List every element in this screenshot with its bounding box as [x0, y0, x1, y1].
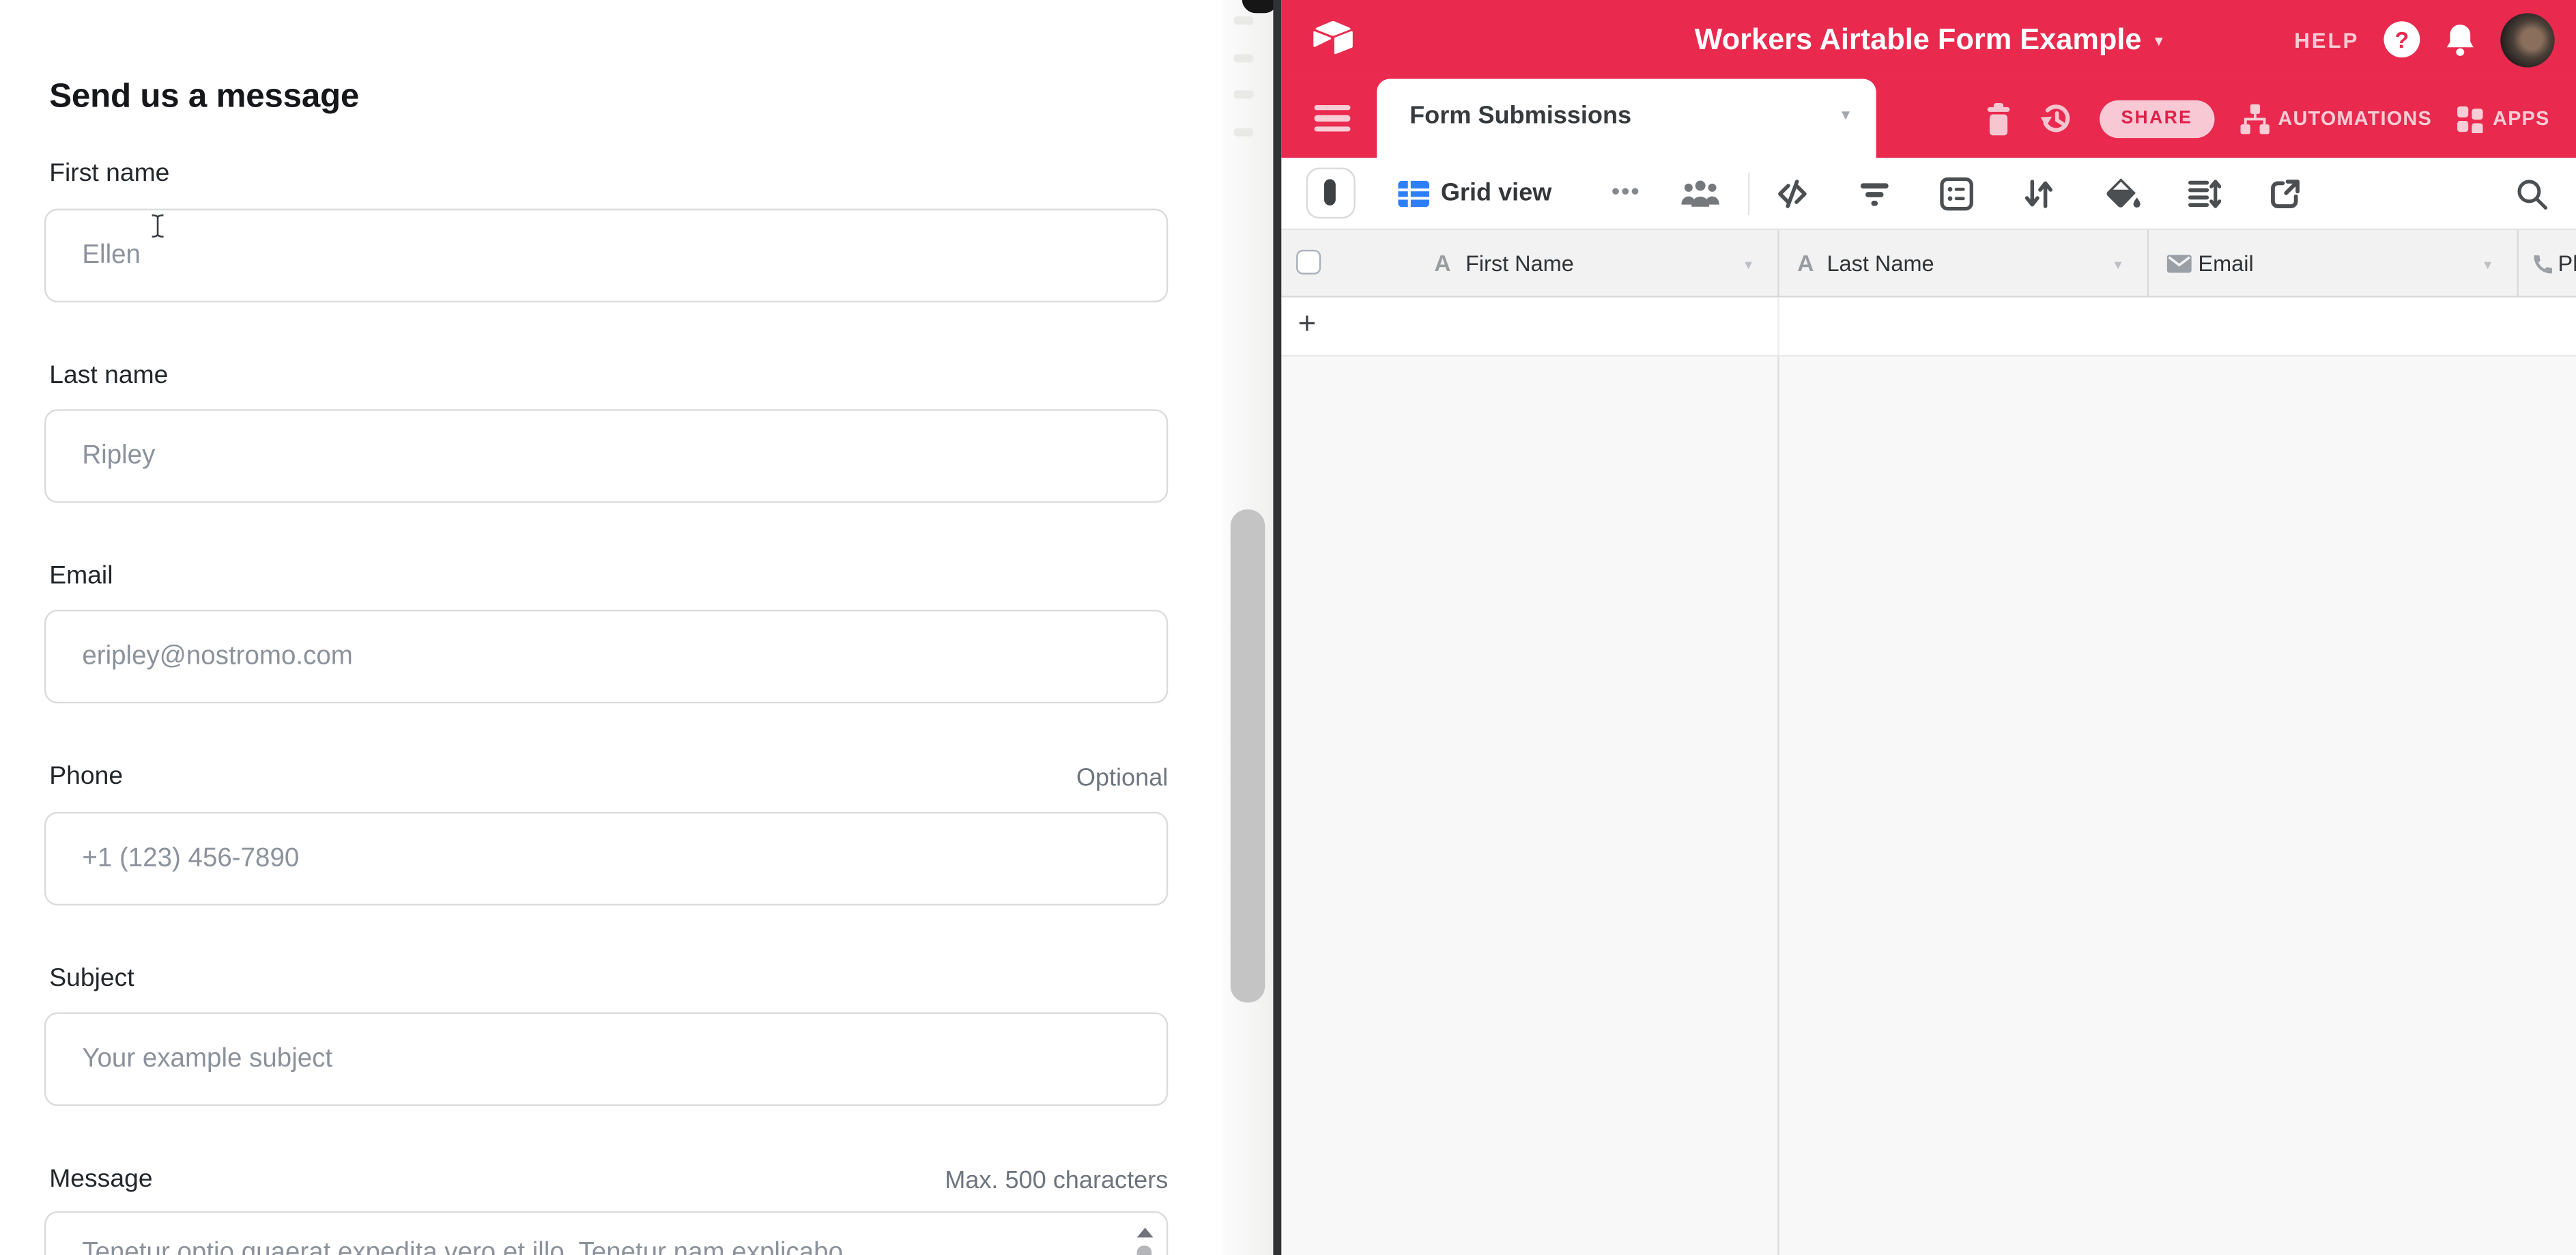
base-title-caret-icon[interactable]: ▾: [2155, 28, 2163, 51]
first-name-label: First name: [49, 159, 169, 188]
color-icon[interactable]: [2103, 176, 2141, 212]
filter-icon[interactable]: [1857, 176, 1893, 212]
grid-view-icon[interactable]: [1398, 181, 1429, 208]
view-more-icon[interactable]: •••: [1612, 178, 1641, 204]
left-pane-scrollbar[interactable]: [1222, 0, 1274, 1255]
textarea-scrollbar[interactable]: [1130, 1218, 1157, 1255]
apps-label: APPS: [2493, 107, 2549, 130]
share-view-icon[interactable]: [2267, 176, 2304, 212]
automations-button[interactable]: AUTOMATIONS: [2239, 102, 2432, 134]
phone-optional-note: Optional: [1076, 764, 1168, 792]
column-header-first-name[interactable]: First Name: [1465, 251, 1574, 276]
subject-label: Subject: [49, 965, 134, 994]
frozen-column-divider: [1777, 356, 1779, 1255]
phone-label: Phone: [49, 763, 123, 792]
message-label: Message: [49, 1165, 152, 1194]
column-caret-icon[interactable]: ▾: [2484, 256, 2491, 274]
window-divider: [1273, 0, 1281, 1255]
group-icon[interactable]: [1938, 176, 1975, 212]
column-divider[interactable]: [2517, 230, 2518, 296]
message-maxchars-note: Max. 500 characters: [945, 1167, 1168, 1195]
column-header-phone[interactable]: Phone: [2558, 251, 2576, 276]
sort-icon[interactable]: [2020, 176, 2057, 212]
notifications-bell-icon[interactable]: [2444, 22, 2476, 57]
email-label: Email: [49, 562, 113, 591]
row-height-icon[interactable]: [2185, 176, 2221, 212]
select-all-checkbox[interactable]: [1296, 250, 1321, 274]
email-input[interactable]: [44, 610, 1168, 703]
user-avatar[interactable]: [2500, 12, 2554, 66]
table-tabbar: Form Submissions ▾ SHARE: [1281, 79, 2576, 158]
hamburger-menu-icon[interactable]: [1315, 105, 1351, 132]
divider-dash: [1234, 16, 1254, 25]
last-name-input[interactable]: [44, 409, 1168, 503]
message-textarea[interactable]: [44, 1211, 1168, 1255]
share-button[interactable]: SHARE: [2100, 100, 2214, 137]
contact-form-pane: Send us a message First name Last name E…: [0, 0, 1222, 1255]
toolbar-divider: [1748, 173, 1749, 216]
add-record-plus-icon[interactable]: +: [1298, 307, 1316, 343]
view-toolbar: Grid view •••: [1281, 158, 2576, 230]
grid-body: [1281, 356, 2576, 1255]
column-header-last-name[interactable]: Last Name: [1827, 251, 1934, 276]
text-field-icon: A: [1434, 250, 1450, 277]
phone-input[interactable]: [44, 812, 1168, 905]
help-button[interactable]: HELP: [2294, 27, 2359, 52]
first-name-input[interactable]: [44, 209, 1168, 302]
grid-header-row: A First Name ▾ A Last Name ▾ Email ▾ Pho…: [1281, 230, 2576, 298]
scroll-up-arrow-icon[interactable]: [1137, 1228, 1154, 1237]
base-title[interactable]: Workers Airtable Form Example: [1695, 22, 2142, 57]
help-question-icon[interactable]: ?: [2384, 21, 2420, 57]
frozen-column-divider: [1777, 298, 1779, 355]
divider-dash: [1234, 90, 1254, 98]
tab-caret-icon[interactable]: ▾: [1842, 107, 1850, 124]
column-header-email[interactable]: Email: [2198, 251, 2253, 276]
search-icon[interactable]: [2515, 178, 2548, 210]
sidebar-toggle-button[interactable]: [1306, 168, 1355, 219]
text-field-icon: A: [1797, 250, 1814, 277]
tab-label: Form Submissions: [1409, 102, 1631, 130]
scrollbar-thumb[interactable]: [1231, 509, 1265, 1002]
textarea-scroll-thumb[interactable]: [1137, 1245, 1152, 1255]
tab-form-submissions[interactable]: Form Submissions ▾: [1377, 79, 1876, 158]
trash-icon[interactable]: [1985, 101, 2013, 136]
automations-icon: [2239, 102, 2270, 134]
form-title: Send us a message: [49, 76, 359, 116]
topbar-right-cluster: HELP ?: [2294, 0, 2554, 79]
text-cursor-icon: [149, 214, 166, 238]
airtable-topbar: Workers Airtable Form Example ▾ HELP ?: [1281, 0, 2576, 79]
column-caret-icon[interactable]: ▾: [2115, 256, 2122, 274]
column-divider[interactable]: [2147, 230, 2149, 296]
screen: Send us a message First name Last name E…: [0, 0, 2576, 1255]
phone-field-icon: [2530, 251, 2555, 276]
apps-button[interactable]: APPS: [2457, 104, 2549, 132]
add-record-row[interactable]: +: [1281, 298, 2576, 357]
view-name[interactable]: Grid view: [1441, 179, 1552, 207]
column-caret-icon[interactable]: ▾: [1745, 256, 1752, 274]
email-field-icon: [2167, 255, 2192, 272]
tabbar-right-cluster: SHARE AUTOMATIONS: [1985, 79, 2550, 158]
hide-fields-icon[interactable]: [1774, 176, 1810, 212]
airtable-pane: Workers Airtable Form Example ▾ HELP ? F…: [1281, 0, 2576, 1255]
history-icon[interactable]: [2037, 100, 2075, 137]
sidebar-toggle-icon: [1324, 179, 1336, 206]
column-divider[interactable]: [1777, 230, 1779, 296]
divider-dash: [1234, 54, 1254, 62]
last-name-label: Last name: [49, 362, 168, 391]
automations-label: AUTOMATIONS: [2278, 107, 2432, 130]
collaborators-icon[interactable]: [1680, 179, 1720, 208]
apps-icon: [2457, 104, 2485, 132]
subject-input[interactable]: [44, 1013, 1168, 1106]
divider-dash: [1234, 128, 1254, 137]
